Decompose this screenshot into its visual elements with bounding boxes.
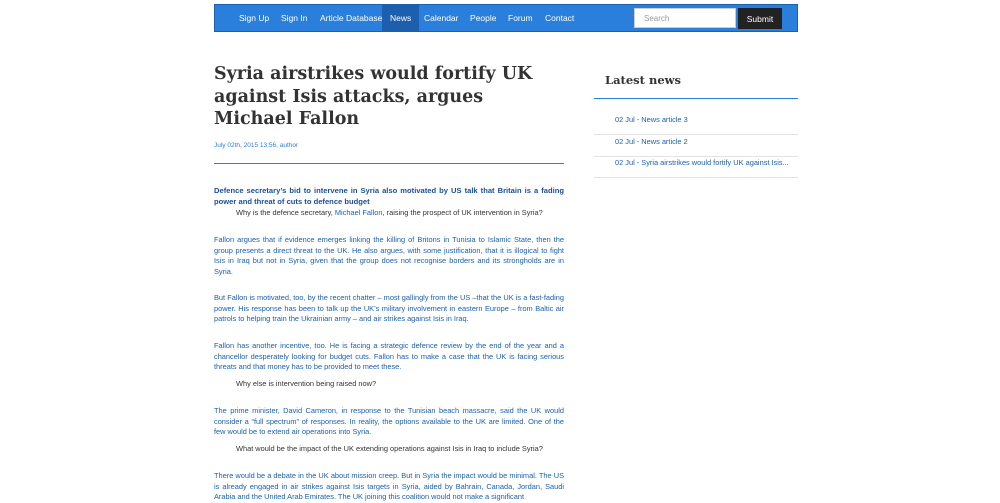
- nav-article-database[interactable]: Article Database: [320, 5, 382, 31]
- michael-fallon-link[interactable]: Michael Fallon: [335, 208, 383, 217]
- question-1-prefix: Why is the defence secretary,: [236, 208, 335, 217]
- sidebar-title: Latest news: [605, 73, 682, 87]
- top-navbar: Sign Up Sign In Article Database News Ca…: [214, 4, 798, 32]
- sidebar-divider: [594, 98, 798, 99]
- article-lead: Defence secretary’s bid to intervene in …: [214, 186, 564, 206]
- paragraph-2: But Fallon is motivated, too, by the rec…: [214, 293, 564, 323]
- question-3: What would be the impact of the UK exten…: [236, 444, 543, 453]
- nav-news[interactable]: News: [382, 5, 420, 31]
- submit-button[interactable]: Submit: [738, 8, 782, 29]
- nav-sign-in[interactable]: Sign In: [281, 5, 307, 31]
- question-1: Why is the defence secretary, Michael Fa…: [236, 208, 543, 218]
- nav-calendar[interactable]: Calendar: [424, 5, 459, 31]
- question-1-suffix: , raising the prospect of UK interventio…: [382, 208, 543, 217]
- paragraph-1: Fallon argues that if evidence emerges l…: [214, 235, 564, 276]
- news-item-1[interactable]: 02 Jul - News article 3: [594, 114, 798, 135]
- nav-contact[interactable]: Contact: [545, 5, 574, 31]
- search-input[interactable]: [634, 8, 736, 28]
- paragraph-5: There would be a debate in the UK about …: [214, 471, 564, 501]
- article-meta: July 02th, 2015 13:56, author: [214, 142, 299, 149]
- news-item-2[interactable]: 02 Jul - News article 2: [594, 136, 798, 157]
- nav-people[interactable]: People: [470, 5, 496, 31]
- nav-forum[interactable]: Forum: [508, 5, 533, 31]
- question-2: Why else is intervention being raised no…: [236, 379, 377, 388]
- paragraph-4: The prime minister, David Cameron, in re…: [214, 406, 564, 436]
- title-divider: [214, 163, 564, 164]
- article-title: Syria airstrikes would fortify UK agains…: [214, 64, 533, 129]
- nav-sign-up[interactable]: Sign Up: [239, 5, 269, 31]
- news-item-3[interactable]: 02 Jul - Syria airstrikes would fortify …: [594, 157, 798, 178]
- paragraph-3: Fallon has another incentive, too. He is…: [214, 341, 564, 371]
